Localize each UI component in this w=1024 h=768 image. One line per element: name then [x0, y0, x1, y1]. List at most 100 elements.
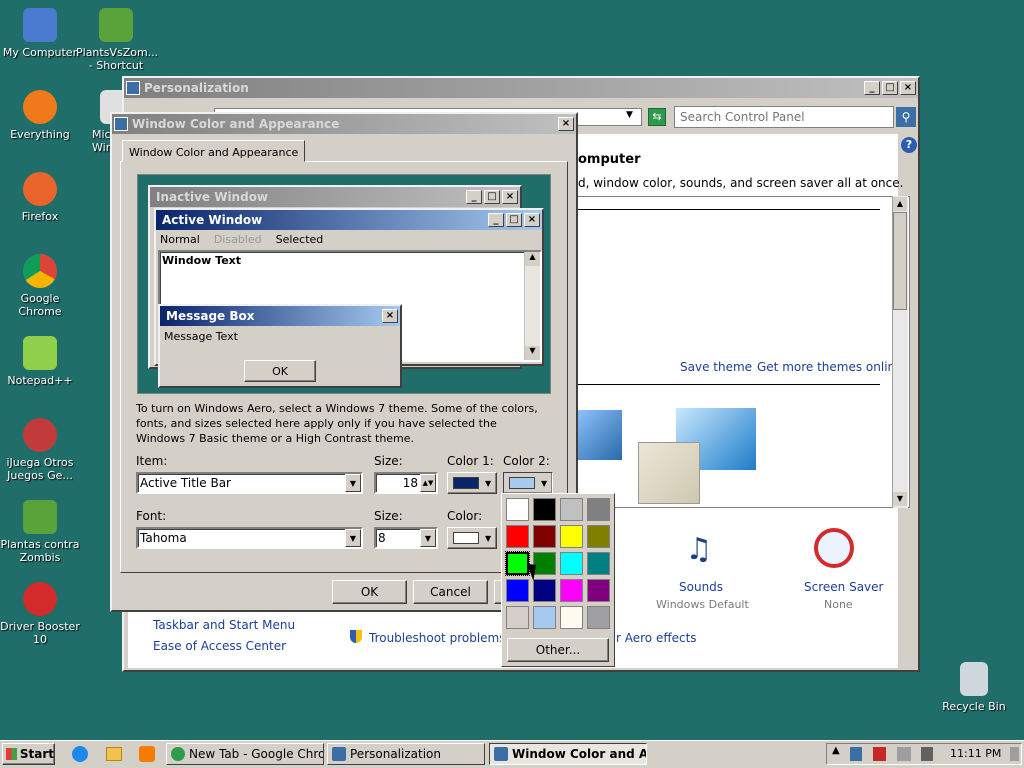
help-icon[interactable]: ?	[901, 137, 917, 153]
dialog-titlebar[interactable]: Window Color and Appearance ×	[112, 114, 576, 134]
close-icon: ×	[502, 190, 518, 204]
desktop-icon-my-computer[interactable]: My Computer	[0, 8, 80, 59]
tab-window-color[interactable]: Window Color and Appearance	[122, 140, 306, 162]
save-theme-link[interactable]: Save theme	[680, 360, 752, 374]
minimize-icon: _	[466, 190, 482, 204]
maximize-icon: □	[506, 213, 522, 227]
theme-thumbnail-selected[interactable]	[638, 442, 700, 504]
chevron-down-icon[interactable]: ▼	[345, 529, 361, 547]
tray-display-icon[interactable]	[897, 747, 911, 761]
palette-swatch[interactable]	[587, 579, 610, 602]
popcap-icon	[23, 418, 57, 452]
address-dropdown-icon[interactable]: ▼	[626, 110, 633, 120]
palette-swatch[interactable]	[560, 525, 583, 548]
taskbar-start-menu-link[interactable]: Taskbar and Start Menu	[153, 618, 295, 632]
scroll-down-icon[interactable]: ▼	[893, 492, 907, 506]
aero-effects-link[interactable]: r Aero effects	[616, 631, 697, 645]
palette-swatch[interactable]	[533, 579, 556, 602]
other-colors-button[interactable]: Other...	[507, 638, 609, 662]
minimize-button[interactable]: _	[864, 81, 880, 95]
palette-swatch[interactable]	[560, 606, 583, 629]
taskbar-button-chrome[interactable]: New Tab - Google Chrome	[166, 743, 324, 765]
desktop-icon-notepad-plus-plus[interactable]: Notepad++	[0, 336, 80, 387]
item-select[interactable]: Active Title Bar ▼	[136, 472, 363, 494]
palette-swatch[interactable]	[506, 579, 529, 602]
desktop-icon-plantas-contra-zombis[interactable]: Plantas contra Zombis	[0, 500, 80, 564]
search-icon[interactable]: ⚲	[896, 107, 916, 127]
palette-swatch[interactable]	[533, 498, 556, 521]
clock[interactable]: 11:11 PM	[950, 747, 1001, 760]
palette-swatch[interactable]	[560, 552, 583, 575]
window-color-icon	[494, 747, 508, 761]
scroll-thumb[interactable]	[893, 212, 907, 310]
font-size-select[interactable]: 8 ▼	[374, 527, 438, 549]
more-themes-link[interactable]: Get more themes online	[757, 360, 903, 374]
page-subtitle: d, window color, sounds, and screen save…	[578, 176, 904, 190]
palette-swatch[interactable]	[587, 525, 610, 548]
close-button[interactable]: ×	[900, 81, 916, 95]
quicklaunch-ie-icon[interactable]	[72, 746, 88, 762]
message-box-preview: Message Box × Message Text OK	[158, 304, 402, 388]
ok-button[interactable]: OK	[332, 580, 407, 604]
personalization-titlebar[interactable]: Personalization _ □ ×	[124, 78, 918, 98]
tray-security-icon[interactable]	[873, 747, 886, 761]
desktop-icon-ijuega-otros-juegos[interactable]: iJuega Otros Juegos Ge...	[0, 418, 80, 482]
palette-swatch[interactable]	[587, 552, 610, 575]
chrome-icon	[23, 254, 57, 288]
desktop-icon-everything[interactable]: Everything	[0, 90, 80, 141]
palette-swatch[interactable]	[533, 606, 556, 629]
palette-swatch[interactable]	[587, 498, 610, 521]
window-color-icon	[114, 117, 128, 131]
sounds-link[interactable]: Sounds	[679, 580, 723, 594]
ease-of-access-link[interactable]: Ease of Access Center	[153, 639, 286, 653]
desktop-icon-google-chrome[interactable]: Google Chrome	[0, 254, 80, 318]
palette-swatch[interactable]	[506, 498, 529, 521]
palette-swatch[interactable]	[533, 525, 556, 548]
chrome-icon	[171, 747, 185, 761]
palette-swatch[interactable]	[560, 498, 583, 521]
color2-button[interactable]: ▼	[503, 472, 553, 494]
palette-swatch[interactable]	[505, 551, 530, 576]
tray-expand-icon[interactable]: ▲	[832, 745, 840, 756]
search-input[interactable]	[674, 106, 894, 128]
cancel-button[interactable]: Cancel	[413, 580, 488, 604]
preview-menu: Normal Disabled Selected	[160, 232, 324, 246]
tray-volume-icon[interactable]	[921, 747, 933, 761]
color1-swatch	[453, 477, 479, 489]
chevron-down-icon: ▼	[541, 478, 548, 488]
palette-swatch[interactable]	[587, 606, 610, 629]
sounds-icon[interactable]: ♫	[677, 530, 721, 570]
chevron-down-icon[interactable]: ▼	[345, 474, 361, 492]
desktop-icon-plantsvszombies-shortcut[interactable]: PlantsVsZom... - Shortcut	[76, 8, 158, 72]
action-center-icon[interactable]	[1010, 747, 1019, 761]
palette-swatch[interactable]	[506, 606, 529, 629]
font-color-button[interactable]: ▼	[447, 527, 497, 549]
scroll-up-icon[interactable]: ▲	[893, 197, 907, 211]
maximize-button[interactable]: □	[882, 81, 898, 95]
item-size-stepper[interactable]: 18 ▲▼	[374, 472, 438, 494]
close-icon: ×	[524, 213, 540, 227]
tray-network-icon[interactable]	[850, 747, 862, 761]
refresh-icon[interactable]: ⇆	[648, 108, 666, 126]
palette-swatch[interactable]	[506, 525, 529, 548]
color1-button[interactable]: ▼	[447, 472, 497, 494]
start-button[interactable]: Start	[2, 743, 55, 765]
themes-divider-2	[578, 384, 880, 385]
palette-swatch[interactable]	[560, 579, 583, 602]
chevron-down-icon[interactable]: ▼	[420, 529, 436, 547]
quicklaunch-folder-icon[interactable]	[106, 747, 122, 761]
desktop-icon-driver-booster[interactable]: Driver Booster 10	[0, 582, 80, 646]
taskbar-button-personalization[interactable]: Personalization	[327, 743, 485, 765]
desktop-icon-firefox[interactable]: Firefox	[0, 172, 80, 223]
quicklaunch-media-icon[interactable]	[139, 746, 155, 762]
plants-icon	[99, 8, 133, 42]
font-select[interactable]: Tahoma ▼	[136, 527, 363, 549]
color-palette-popup: Other...	[501, 493, 615, 667]
desktop-icon-recycle-bin[interactable]: Recycle Bin	[934, 662, 1014, 713]
dialog-close-button[interactable]: ×	[558, 117, 574, 131]
screensaver-link[interactable]: Screen Saver	[804, 580, 883, 594]
theme-thumbnail[interactable]	[574, 410, 622, 460]
taskbar-button-window-color[interactable]: Window Color and Ap...	[489, 743, 647, 765]
screensaver-icon[interactable]	[814, 528, 854, 568]
spin-icon[interactable]: ▲▼	[420, 474, 436, 492]
